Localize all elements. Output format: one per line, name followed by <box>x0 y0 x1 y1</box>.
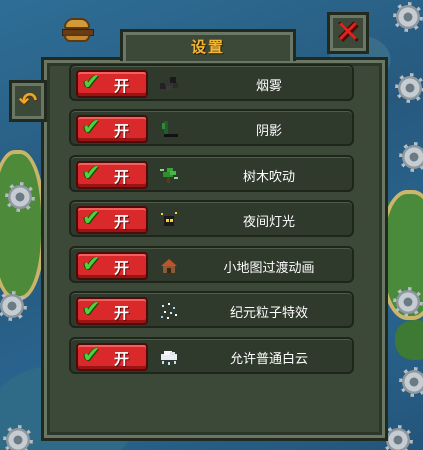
shadow-icon <box>157 117 181 141</box>
gear-icon <box>396 290 420 314</box>
tree-wind-icon <box>157 163 181 187</box>
bun-top <box>64 18 90 29</box>
island <box>395 320 423 360</box>
toggle-label: 开 <box>114 259 130 277</box>
island <box>0 150 45 300</box>
toggle-label: 开 <box>114 168 130 186</box>
checkmark-icon: ✔ <box>82 161 101 186</box>
checkmark-icon: ✔ <box>82 70 101 95</box>
back-arrow-icon: ↶ <box>18 88 38 114</box>
checkmark-icon: ✔ <box>82 297 101 322</box>
toggle-label: 开 <box>114 122 130 140</box>
gear-icon <box>6 428 30 450</box>
gear-icon <box>8 185 32 209</box>
gear-icon <box>402 370 423 394</box>
title-tab: 设置 <box>120 29 296 61</box>
setting-label: 夜间灯光 <box>242 215 295 230</box>
setting-row-era-particles: ✔ 开 纪元粒子特效 <box>69 291 354 328</box>
gear-icon <box>396 5 420 29</box>
toggle-button[interactable]: ✔ 开 <box>76 70 148 98</box>
checkmark-icon: ✔ <box>82 206 101 231</box>
toggle-button[interactable]: ✔ 开 <box>76 252 148 280</box>
toggle-label: 开 <box>114 304 130 322</box>
toggle-button[interactable]: ✔ 开 <box>76 343 148 371</box>
night-light-icon <box>157 208 181 232</box>
checkmark-icon: ✔ <box>82 115 101 140</box>
toggle-button[interactable]: ✔ 开 <box>76 115 148 143</box>
toggle-label: 开 <box>114 77 130 95</box>
checkmark-icon: ✔ <box>82 252 101 277</box>
checkmark-icon: ✔ <box>82 343 101 368</box>
setting-row-night-lights: ✔ 开 夜间灯光 <box>69 200 354 237</box>
setting-row-minimap-transition: ✔ 开 小地图过渡动画 <box>69 246 354 283</box>
toggle-button[interactable]: ✔ 开 <box>76 297 148 325</box>
close-button[interactable]: ✕ <box>327 12 369 54</box>
gear-icon <box>0 294 24 318</box>
cloud-icon <box>157 345 181 369</box>
setting-row-clouds: ✔ 开 允许普通白云 <box>69 337 354 374</box>
smoke-icon <box>157 72 181 96</box>
setting-row-smoke: ✔ 开 烟雾 <box>69 64 354 101</box>
setting-label: 纪元粒子特效 <box>229 306 308 321</box>
setting-label: 小地图过渡动画 <box>223 261 315 276</box>
setting-row-tree-wind: ✔ 开 树木吹动 <box>69 155 354 192</box>
toggle-button[interactable]: ✔ 开 <box>76 161 148 189</box>
toggle-button[interactable]: ✔ 开 <box>76 206 148 234</box>
setting-label: 阴影 <box>255 124 282 139</box>
back-button[interactable]: ↶ <box>9 80 47 122</box>
gear-icon <box>386 428 410 450</box>
setting-label: 允许普通白云 <box>229 352 308 367</box>
setting-row-shadow: ✔ 开 阴影 <box>69 109 354 146</box>
close-icon: ✕ <box>335 15 361 50</box>
particle-icon <box>157 299 181 323</box>
house-icon <box>157 254 181 278</box>
toggle-label: 开 <box>114 350 130 368</box>
gear-icon <box>398 76 422 100</box>
gear-icon <box>402 145 423 169</box>
setting-label: 树木吹动 <box>242 170 295 185</box>
page-title: 设置 <box>190 38 225 56</box>
bun-bottom <box>64 34 90 42</box>
hamburger-icon[interactable] <box>62 18 94 42</box>
toggle-label: 开 <box>114 213 130 231</box>
setting-label: 烟雾 <box>255 79 282 94</box>
